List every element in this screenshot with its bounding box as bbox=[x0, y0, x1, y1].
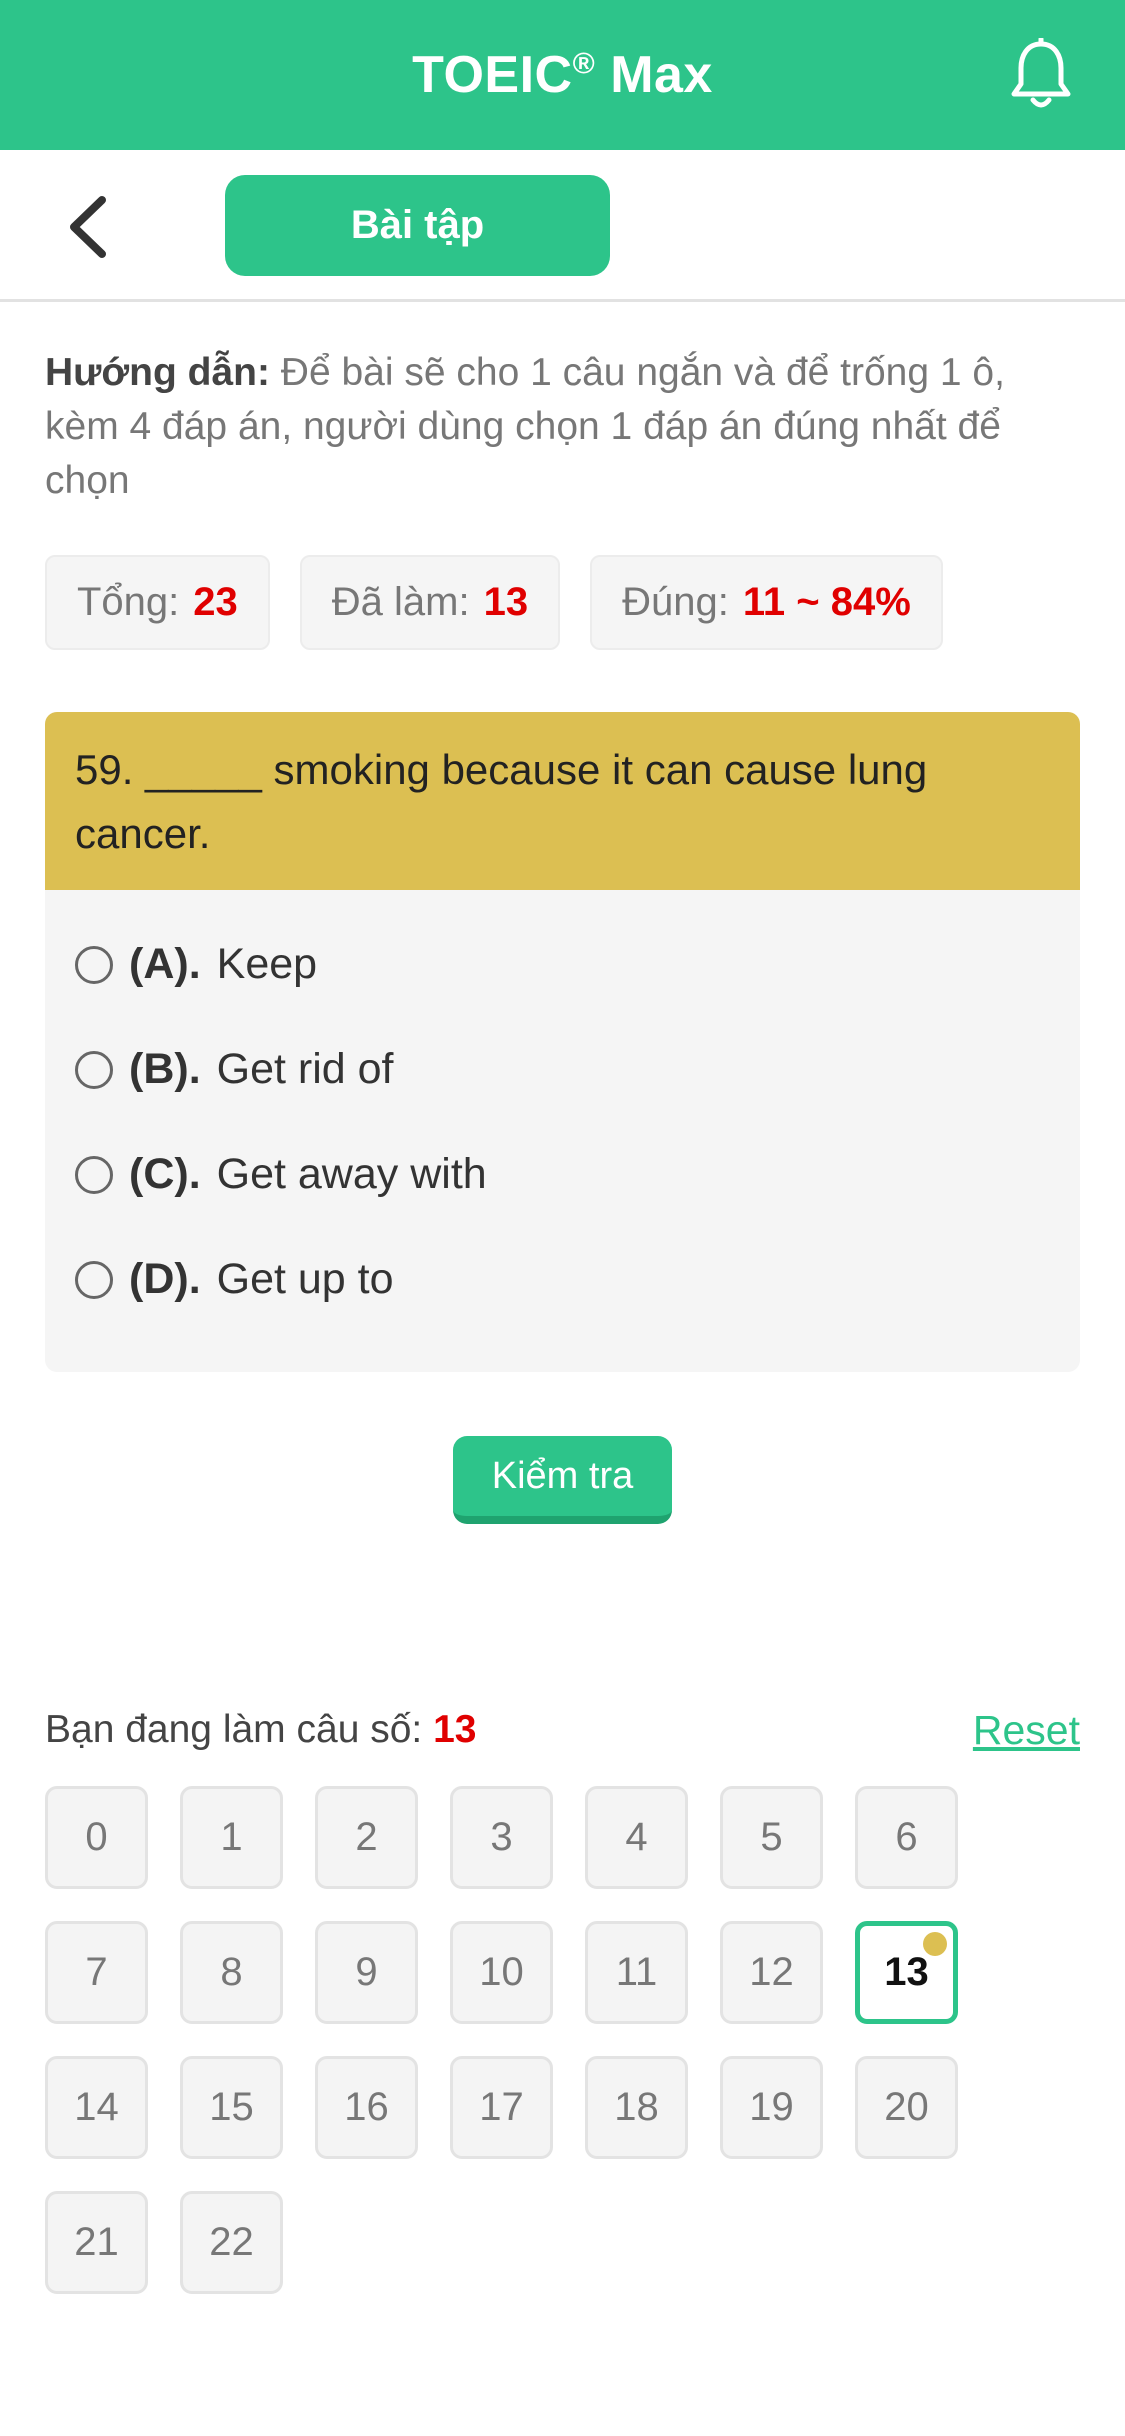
current-question-row: Bạn đang làm câu số: 13 Reset bbox=[45, 1700, 1080, 1760]
question-number-cell[interactable]: 0 bbox=[45, 1786, 148, 1889]
question-number-grid: 0 1 2 3 4 5 6 7 8 9 10 11 12 13 14 15 16 17 18 19 20 21 22 bbox=[45, 1786, 1045, 2294]
app-header: TOEIC® Max bbox=[0, 0, 1125, 150]
question-number-cell[interactable]: 6 bbox=[855, 1786, 958, 1889]
question-number-cell[interactable]: 18 bbox=[585, 2056, 688, 2159]
option-c[interactable]: (C). Get away with bbox=[45, 1122, 1080, 1227]
option-b[interactable]: (B). Get rid of bbox=[45, 1017, 1080, 1122]
question-number-cell[interactable]: 19 bbox=[720, 2056, 823, 2159]
question-number-cell[interactable]: 7 bbox=[45, 1921, 148, 2024]
question-number-cell[interactable]: 17 bbox=[450, 2056, 553, 2159]
question-number-cell[interactable]: 5 bbox=[720, 1786, 823, 1889]
bell-icon[interactable] bbox=[1009, 38, 1073, 112]
toolbar: Bài tập bbox=[0, 150, 1125, 302]
question-number-cell[interactable]: 11 bbox=[585, 1921, 688, 2024]
question-number-cell[interactable]: 1 bbox=[180, 1786, 283, 1889]
reset-link[interactable]: Reset bbox=[973, 1707, 1080, 1754]
question-card: 59. _____ smoking because it can cause l… bbox=[45, 712, 1080, 1372]
current-indicator-dot bbox=[923, 1932, 947, 1956]
question-number-cell[interactable]: 13 bbox=[855, 1921, 958, 2024]
option-d[interactable]: (D). Get up to bbox=[45, 1227, 1080, 1332]
question-number-cell[interactable]: 2 bbox=[315, 1786, 418, 1889]
question-number-cell[interactable]: 4 bbox=[585, 1786, 688, 1889]
question-number-cell[interactable]: 20 bbox=[855, 2056, 958, 2159]
radio-icon[interactable] bbox=[75, 1050, 113, 1089]
question-number-cell[interactable]: 12 bbox=[720, 1921, 823, 2024]
app-title: TOEIC® Max bbox=[412, 46, 713, 104]
question-number-cell[interactable]: 10 bbox=[450, 1921, 553, 2024]
instructions-label: Hướng dẫn: bbox=[45, 351, 270, 394]
question-number-cell[interactable]: 16 bbox=[315, 2056, 418, 2159]
radio-icon[interactable] bbox=[75, 1155, 113, 1194]
stat-correct: Đúng: 11 ~ 84% bbox=[590, 555, 943, 650]
question-text: 59. _____ smoking because it can cause l… bbox=[45, 712, 1080, 890]
current-question-number: 13 bbox=[433, 1708, 477, 1751]
chevron-left-icon[interactable] bbox=[60, 192, 120, 262]
stats-row: Tổng: 23 Đã làm: 13 Đúng: 11 ~ 84% bbox=[45, 555, 943, 650]
radio-icon[interactable] bbox=[75, 945, 113, 984]
tab-exercise[interactable]: Bài tập bbox=[225, 175, 610, 276]
question-number-cell[interactable]: 8 bbox=[180, 1921, 283, 2024]
question-number-cell[interactable]: 14 bbox=[45, 2056, 148, 2159]
answer-options: (A). Keep (B). Get rid of (C). Get away … bbox=[45, 890, 1080, 1332]
question-number-cell[interactable]: 21 bbox=[45, 2191, 148, 2294]
current-question-label: Bạn đang làm câu số: 13 bbox=[45, 1708, 477, 1751]
check-button[interactable]: Kiểm tra bbox=[453, 1436, 672, 1524]
stat-total: Tổng: 23 bbox=[45, 555, 270, 650]
question-number-cell[interactable]: 3 bbox=[450, 1786, 553, 1889]
option-a[interactable]: (A). Keep bbox=[45, 912, 1080, 1017]
question-number-cell[interactable]: 22 bbox=[180, 2191, 283, 2294]
question-number-cell[interactable]: 15 bbox=[180, 2056, 283, 2159]
stat-done: Đã làm: 13 bbox=[299, 555, 561, 650]
instructions: Hướng dẫn: Để bài sẽ cho 1 câu ngắn và đ… bbox=[45, 346, 1080, 508]
question-number-cell[interactable]: 9 bbox=[315, 1921, 418, 2024]
radio-icon[interactable] bbox=[75, 1260, 113, 1299]
